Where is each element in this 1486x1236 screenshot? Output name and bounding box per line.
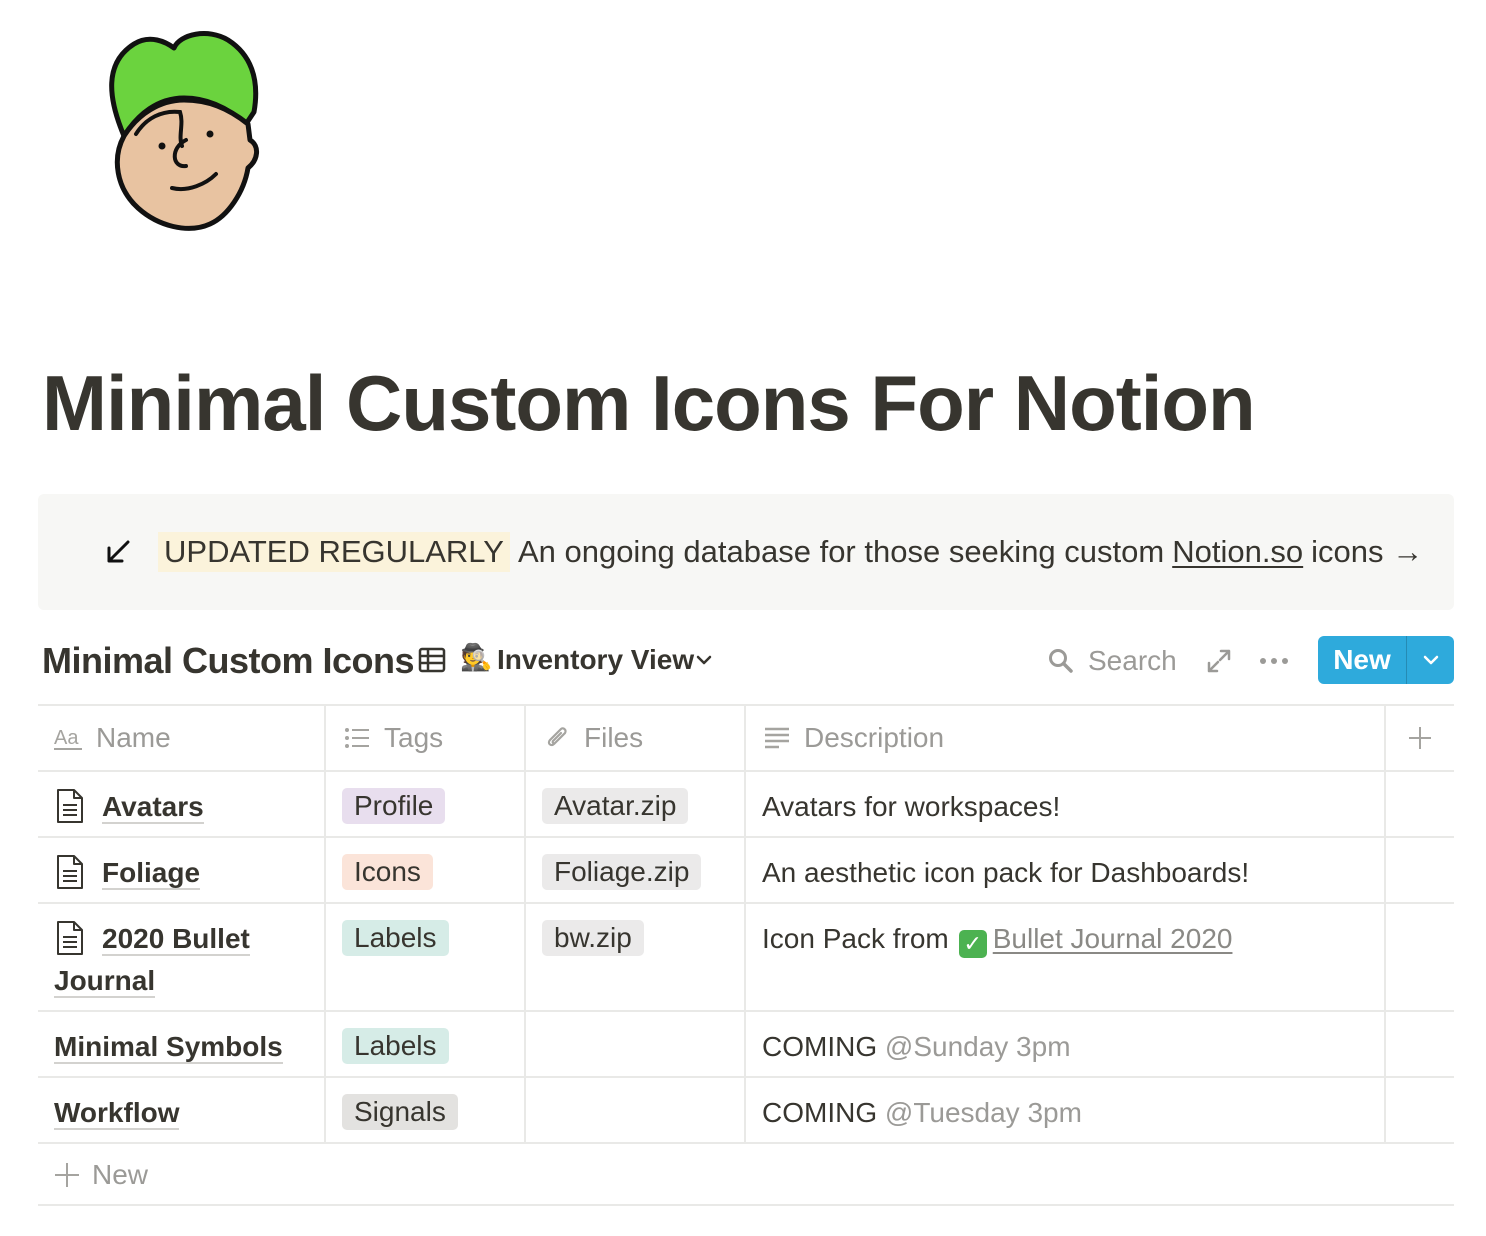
new-dropdown-chevron-icon[interactable] — [1407, 636, 1454, 684]
table-row[interactable]: Avatars Profile Avatar.zip Avatars for w… — [38, 772, 1454, 838]
view-selector[interactable]: Inventory View — [497, 644, 694, 676]
tag-badge: Labels — [342, 920, 449, 956]
tags-cell[interactable]: Icons — [326, 838, 526, 902]
description-cell[interactable]: An aesthetic icon pack for Dashboards! — [746, 838, 1386, 902]
tags-cell[interactable]: Profile — [326, 772, 526, 836]
page-link[interactable]: Minimal Symbols — [54, 1031, 283, 1064]
tag-badge: Icons — [342, 854, 433, 890]
empty-cell — [1386, 1012, 1454, 1076]
expand-icon[interactable] — [1206, 648, 1232, 674]
name-cell[interactable]: 2020 Bullet Journal — [38, 904, 326, 1010]
column-label: Files — [584, 722, 644, 753]
callout-block[interactable]: UPDATED REGULARLY An ongoing database fo… — [38, 494, 1454, 610]
search-button[interactable]: Search — [1088, 645, 1177, 677]
file-attachment[interactable]: bw.zip — [542, 920, 644, 956]
detective-icon: 🕵️ — [460, 642, 493, 672]
notion-link[interactable]: Notion.so — [1172, 534, 1303, 570]
date-mention[interactable]: @Sunday 3pm — [885, 1031, 1071, 1062]
list-icon — [342, 723, 372, 753]
column-header-files[interactable]: Files — [526, 706, 746, 770]
tags-cell[interactable]: Signals — [326, 1078, 526, 1142]
name-cell[interactable]: Avatars — [38, 772, 326, 836]
table-header-row: Aa Name Tags Files Description — [38, 706, 1454, 772]
description-cell[interactable]: Icon Pack from ✓ Bullet Journal 2020 — [746, 904, 1386, 1010]
empty-cell — [1386, 904, 1454, 1010]
tag-badge: Profile — [342, 788, 446, 824]
tag-badge: Signals — [342, 1094, 458, 1130]
files-cell[interactable]: bw.zip — [526, 904, 746, 1010]
plus-icon — [1408, 726, 1432, 750]
database-title[interactable]: Minimal Custom Icons — [42, 640, 415, 682]
empty-cell — [1386, 1078, 1454, 1142]
column-header-name[interactable]: Aa Name — [38, 706, 326, 770]
table-view-icon[interactable] — [418, 646, 446, 674]
svg-text:Aa: Aa — [54, 727, 79, 749]
column-header-description[interactable]: Description — [746, 706, 1386, 770]
file-attachment[interactable]: Avatar.zip — [542, 788, 689, 824]
text-lines-icon — [762, 723, 792, 753]
files-cell[interactable]: Foliage.zip — [526, 838, 746, 902]
name-cell[interactable]: Workflow — [38, 1078, 326, 1142]
add-row-button[interactable]: New — [38, 1144, 1454, 1206]
description-text: Avatars for workspaces! — [762, 791, 1061, 822]
table-row[interactable]: Minimal Symbols Labels COMING @Sunday 3p… — [38, 1012, 1454, 1078]
chevron-down-icon[interactable] — [696, 652, 712, 668]
table-row[interactable]: Workflow Signals COMING @Tuesday 3pm — [38, 1078, 1454, 1144]
description-cell[interactable]: Avatars for workspaces! — [746, 772, 1386, 836]
search-icon[interactable] — [1048, 648, 1074, 674]
files-cell[interactable] — [526, 1078, 746, 1142]
callout-suffix: icons → — [1311, 534, 1424, 569]
description-cell[interactable]: COMING @Sunday 3pm — [746, 1012, 1386, 1076]
date-mention[interactable]: @Tuesday 3pm — [885, 1097, 1082, 1128]
description-text: COMING — [762, 1031, 878, 1062]
description-text: Icon Pack from — [762, 923, 949, 954]
check-mark-icon: ✓ — [958, 930, 987, 958]
callout-text: UPDATED REGULARLY An ongoing database fo… — [158, 532, 1424, 572]
bullet-journal-link[interactable]: Bullet Journal 2020 — [993, 923, 1233, 954]
document-icon — [54, 788, 86, 824]
database-table: Aa Name Tags Files Description Avatars P… — [38, 704, 1454, 1144]
table-row[interactable]: Foliage Icons Foliage.zip An aesthetic i… — [38, 838, 1454, 904]
new-button-label[interactable]: New — [1318, 636, 1406, 684]
highlight-badge: UPDATED REGULARLY — [158, 532, 510, 572]
arrow-down-left-icon — [104, 538, 132, 566]
new-row-label[interactable]: New — [92, 1159, 148, 1191]
page-avatar-icon[interactable] — [88, 28, 268, 238]
page-link[interactable]: Foliage — [102, 857, 201, 890]
name-cell[interactable]: Minimal Symbols — [38, 1012, 326, 1076]
description-text: An aesthetic icon pack for Dashboards! — [762, 857, 1250, 888]
page-link[interactable]: Avatars — [102, 791, 204, 824]
tag-badge: Labels — [342, 1028, 449, 1064]
column-label: Tags — [384, 722, 444, 753]
files-cell[interactable]: Avatar.zip — [526, 772, 746, 836]
page-link[interactable]: Workflow — [54, 1097, 180, 1130]
add-column-button[interactable] — [1386, 706, 1454, 770]
plus-icon — [54, 1162, 80, 1188]
name-cell[interactable]: Foliage — [38, 838, 326, 902]
column-label: Name — [96, 722, 171, 753]
column-label: Description — [804, 722, 945, 753]
column-header-tags[interactable]: Tags — [326, 706, 526, 770]
database-header: Minimal Custom Icons 🕵️ Inventory View S… — [38, 632, 1454, 690]
title-aa-icon: Aa — [54, 723, 84, 753]
tags-cell[interactable]: Labels — [326, 904, 526, 1010]
callout-description: An ongoing database for those seeking cu… — [517, 534, 1165, 569]
table-row[interactable]: 2020 Bullet Journal Labels bw.zip Icon P… — [38, 904, 1454, 1012]
empty-cell — [1386, 772, 1454, 836]
paperclip-icon — [542, 723, 572, 753]
empty-cell — [1386, 838, 1454, 902]
file-attachment[interactable]: Foliage.zip — [542, 854, 702, 890]
description-text: COMING — [762, 1097, 878, 1128]
more-options-icon[interactable] — [1258, 648, 1290, 674]
page-title[interactable]: Minimal Custom Icons For Notion — [42, 358, 1256, 449]
files-cell[interactable] — [526, 1012, 746, 1076]
description-cell[interactable]: COMING @Tuesday 3pm — [746, 1078, 1386, 1142]
document-icon — [54, 854, 86, 890]
tags-cell[interactable]: Labels — [326, 1012, 526, 1076]
new-button[interactable]: New — [1318, 636, 1454, 684]
document-icon — [54, 920, 86, 956]
